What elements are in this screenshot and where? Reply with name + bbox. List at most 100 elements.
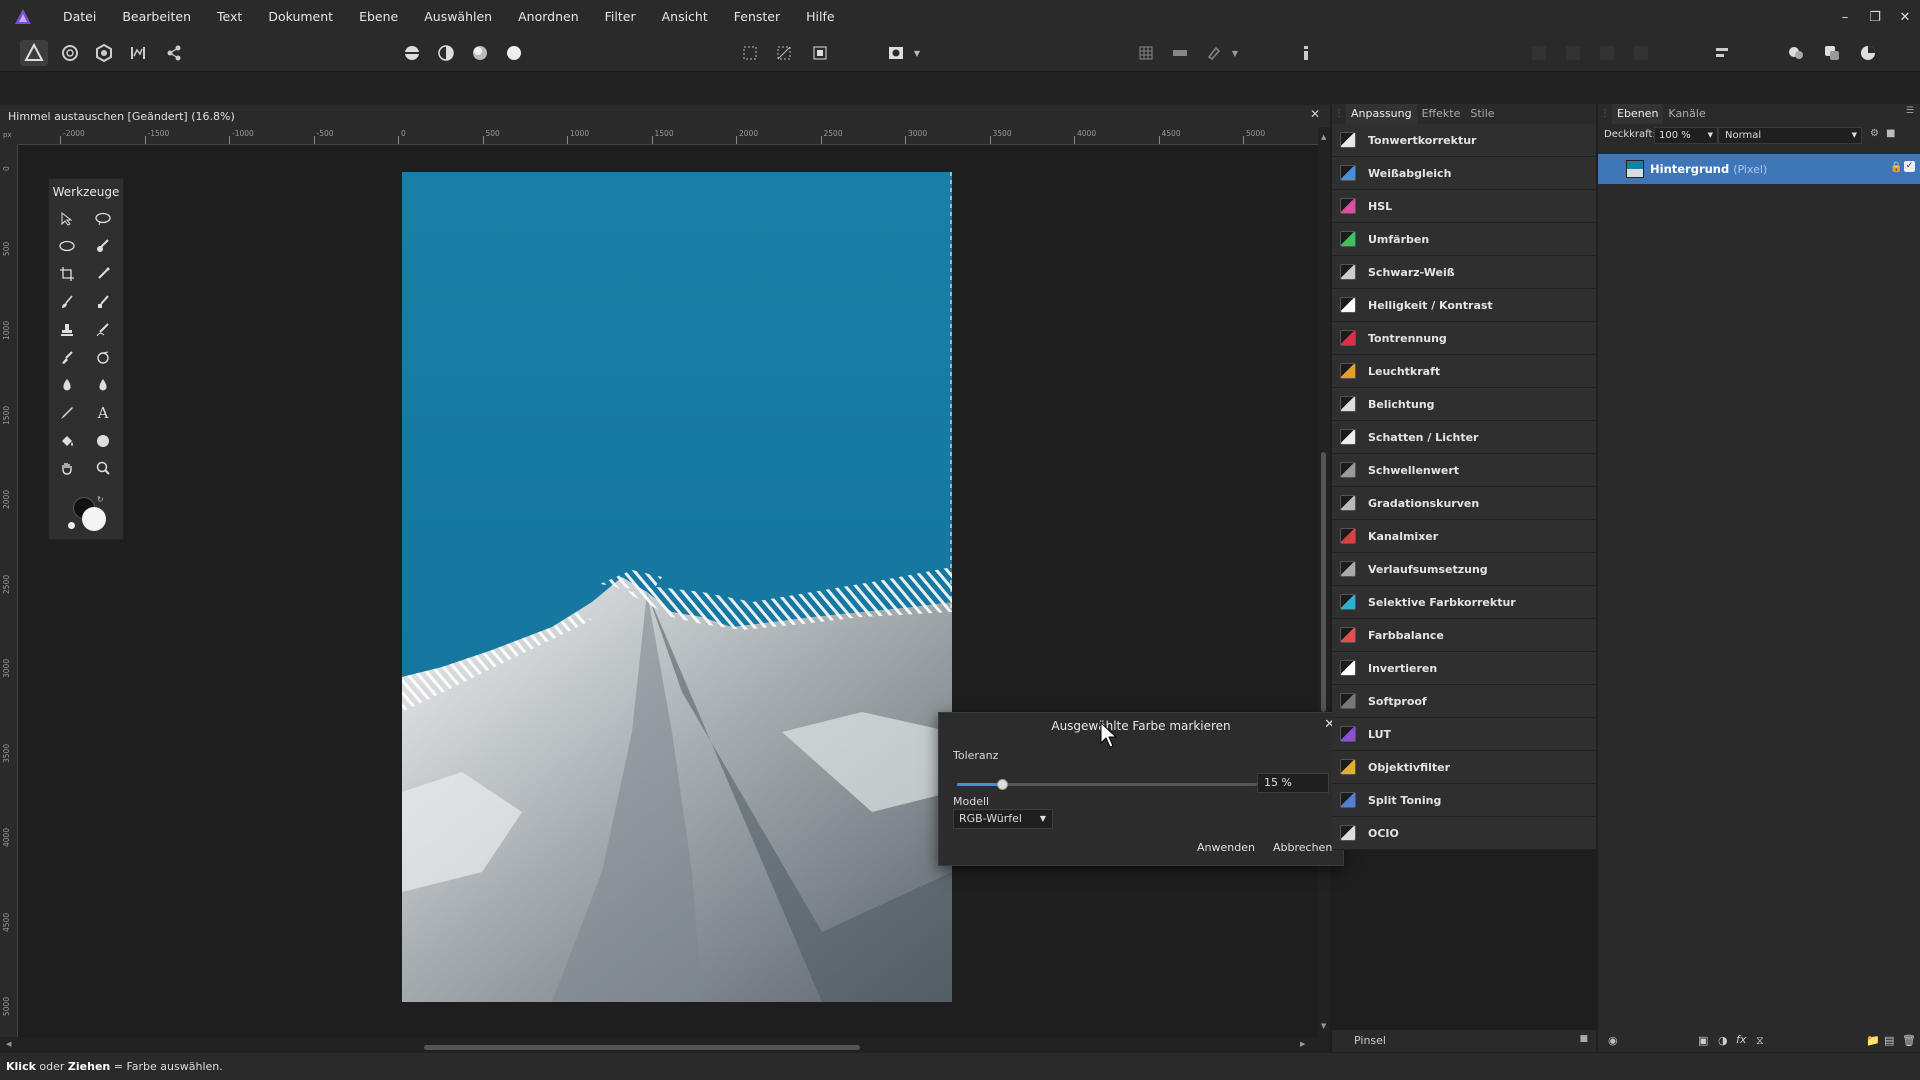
tab-adjustments[interactable]: Anpassung (1346, 104, 1417, 124)
tab-styles[interactable]: Stile (1465, 104, 1499, 124)
menu-hilfe[interactable]: Hilfe (793, 0, 847, 34)
lock-icon[interactable]: ■ (1886, 128, 1895, 139)
adjustment-item[interactable]: Weißabgleich (1332, 157, 1596, 190)
horizontal-scrollbar[interactable]: ◀ ▶ (0, 1037, 1330, 1053)
layer-lock-icon[interactable]: 🔒 (1890, 162, 1902, 173)
horizontal-scroll-thumb[interactable] (424, 1045, 860, 1050)
color-picker-tool-icon[interactable] (91, 262, 115, 286)
adjustment-item[interactable]: Split Toning (1332, 784, 1596, 817)
swap-colors-icon[interactable]: ↻ (97, 495, 104, 504)
ellipse-shape-tool-icon[interactable] (91, 429, 115, 453)
adjustment-item[interactable]: Tontrennung (1332, 322, 1596, 355)
layer-row[interactable]: Hintergrund (Pixel) 🔒 ✓ (1598, 154, 1920, 184)
menu-fenster[interactable]: Fenster (721, 0, 793, 34)
panel-menu-icon[interactable]: ☰ (1906, 106, 1914, 116)
adjustment-item[interactable]: Schwellenwert (1332, 454, 1596, 487)
crop-tool-icon[interactable] (55, 262, 79, 286)
opacity-input[interactable]: 100 % ▼ (1654, 127, 1718, 144)
adjustment-item[interactable]: Leuchtkraft (1332, 355, 1596, 388)
apply-button[interactable]: Anwenden (1189, 837, 1263, 859)
select-all-icon[interactable] (736, 40, 764, 66)
menu-bearbeiten[interactable]: Bearbeiten (109, 0, 204, 34)
panel-menu-icon[interactable]: ■ (1579, 1034, 1588, 1044)
tab-channels[interactable]: Kanäle (1663, 104, 1710, 124)
adjustment-layer-icon[interactable]: ◑ (1718, 1034, 1728, 1047)
selection-brush-tool-icon[interactable] (91, 234, 115, 258)
adjustment-item[interactable]: Umfärben (1332, 223, 1596, 256)
reset-colors-icon[interactable] (67, 521, 76, 530)
mask-layer-icon[interactable]: ▣ (1698, 1034, 1708, 1047)
deselect-icon[interactable] (770, 40, 798, 66)
auto-white-balance-icon[interactable] (500, 40, 528, 66)
quick-mask-dropdown-icon[interactable]: ▼ (910, 40, 924, 66)
invert-selection-icon[interactable] (806, 40, 834, 66)
adjustment-item[interactable]: Tonwertkorrektur (1332, 124, 1596, 157)
tolerance-input[interactable]: 15 % (1257, 773, 1329, 793)
ruler-vertical[interactable]: 0 500 1000 1500 2000 2500 3000 3500 4000 4500 5000 (0, 127, 18, 1037)
cancel-button[interactable]: Abbrechen (1265, 837, 1340, 859)
menu-anordnen[interactable]: Anordnen (505, 0, 592, 34)
menu-dokument[interactable]: Dokument (255, 0, 346, 34)
group-layers-icon[interactable]: 📁 (1866, 1034, 1880, 1047)
auto-levels-icon[interactable] (398, 40, 426, 66)
model-dropdown[interactable]: RGB-Würfel ▼ (953, 809, 1053, 829)
snapping-magnet-icon[interactable] (1200, 40, 1228, 66)
adjustment-item[interactable]: LUT (1332, 718, 1596, 751)
lasso-freehand-tool-icon[interactable] (91, 207, 115, 231)
tab-layers[interactable]: Ebenen (1612, 104, 1664, 124)
align-icon[interactable] (1708, 40, 1736, 66)
affinity-photo-logo-icon[interactable] (12, 6, 34, 28)
close-document-icon[interactable]: ✕ (1310, 107, 1320, 121)
export-persona-icon[interactable] (160, 40, 188, 66)
auto-contrast-icon[interactable] (432, 40, 460, 66)
liquify-persona-icon[interactable] (56, 40, 84, 66)
snapping-dropdown-icon[interactable]: ▼ (1228, 40, 1242, 66)
menu-auswählen[interactable]: Auswählen (411, 0, 505, 34)
tolerance-slider-knob[interactable] (997, 779, 1008, 790)
photo-persona-icon[interactable] (20, 40, 48, 66)
text-tool-icon[interactable]: A (91, 401, 115, 425)
restore-icon[interactable]: ❐ (1860, 0, 1890, 34)
document-tab[interactable]: Himmel austauschen [Geändert] (16.8%) ✕ (0, 105, 1330, 127)
tolerance-slider[interactable] (957, 779, 1257, 790)
menu-ebene[interactable]: Ebene (346, 0, 411, 34)
quick-mask-icon[interactable] (882, 40, 910, 66)
tab-effects[interactable]: Effekte (1417, 104, 1466, 124)
document-image[interactable] (402, 172, 952, 1002)
settings-icon[interactable] (1854, 40, 1882, 66)
blend-mode-dropdown[interactable]: Normal ▼ (1718, 127, 1862, 144)
paint-brush-tool-icon[interactable] (55, 290, 79, 314)
blend-options-gear-icon[interactable]: ⚙ (1870, 128, 1879, 139)
color-swatches[interactable]: ↻ (67, 495, 107, 533)
scroll-right-icon[interactable]: ▶ (1300, 1040, 1305, 1048)
scroll-down-icon[interactable]: ▼ (1321, 1022, 1326, 1030)
panel-grip-icon[interactable]: ⋮ (1332, 109, 1346, 119)
snapping-grid-icon[interactable] (1132, 40, 1160, 66)
secondary-color-swatch[interactable] (82, 507, 106, 531)
layer-options-icon[interactable]: ◉ (1608, 1034, 1618, 1047)
adjustment-item[interactable]: Schatten / Lichter (1332, 421, 1596, 454)
healing-brush-tool-icon[interactable] (91, 318, 115, 342)
adjustment-item[interactable]: Kanalmixer (1332, 520, 1596, 553)
auto-colors-icon[interactable] (466, 40, 494, 66)
adjustment-item[interactable]: Helligkeit / Kontrast (1332, 289, 1596, 322)
clone-stamp-tool-icon[interactable] (55, 318, 79, 342)
inpainting-brush-tool-icon[interactable] (55, 346, 79, 370)
minimize-icon[interactable]: – (1830, 0, 1860, 34)
close-window-icon[interactable]: ✕ (1890, 0, 1920, 34)
menu-filter[interactable]: Filter (592, 0, 649, 34)
panel-grip-icon[interactable]: ⋮ (1598, 109, 1612, 119)
adjustment-item[interactable]: Invertieren (1332, 652, 1596, 685)
develop-persona-icon[interactable] (90, 40, 118, 66)
menu-ansicht[interactable]: Ansicht (649, 0, 721, 34)
adjustment-item[interactable]: Verlaufsumsetzung (1332, 553, 1596, 586)
adjustment-item[interactable]: Softproof (1332, 685, 1596, 718)
menu-text[interactable]: Text (204, 0, 255, 34)
fx-layer-icon[interactable]: fx (1736, 1033, 1746, 1046)
adjustment-item[interactable]: HSL (1332, 190, 1596, 223)
adjustment-item[interactable]: Belichtung (1332, 388, 1596, 421)
live-filter-icon[interactable]: ⧖ (1756, 1034, 1764, 1048)
scroll-up-icon[interactable]: ▲ (1321, 133, 1326, 141)
fill-tool-icon[interactable] (55, 429, 79, 453)
scroll-left-icon[interactable]: ◀ (6, 1040, 11, 1048)
